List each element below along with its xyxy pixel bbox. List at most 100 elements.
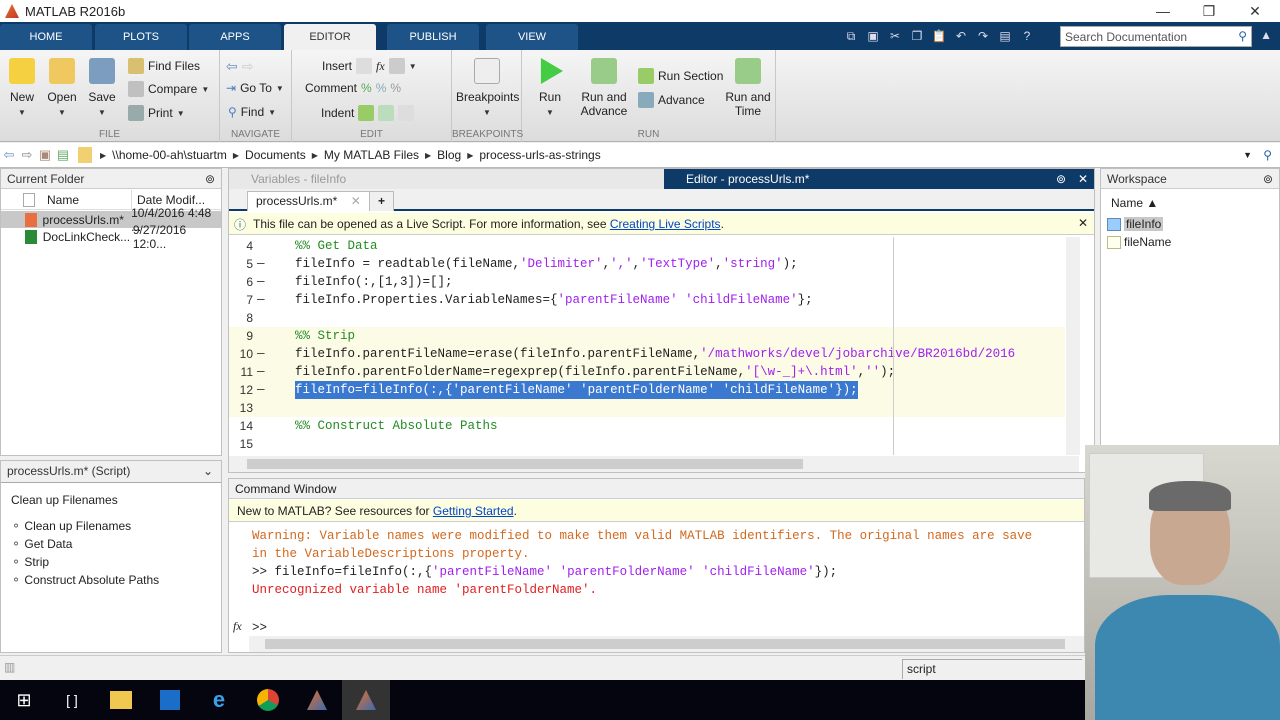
code-line[interactable]: 11— fileInfo.parentFolderName=regexprep(f… <box>229 363 1065 381</box>
save-button[interactable]: Save ▼ <box>86 58 118 120</box>
close-editor-icon[interactable]: ✕ <box>1078 172 1088 186</box>
line-number[interactable]: 10 <box>233 345 253 363</box>
line-number[interactable]: 15 <box>233 435 253 453</box>
windows-start-icon[interactable]: ⊞ <box>0 680 48 720</box>
chrome-icon[interactable] <box>244 680 292 720</box>
run-and-advance-button[interactable]: Run and Advance <box>578 58 630 118</box>
collapse-ribbon-icon[interactable]: ▲ <box>1260 28 1272 42</box>
internet-explorer-icon[interactable]: e <box>195 680 243 720</box>
outlook-icon[interactable] <box>146 680 194 720</box>
code-area[interactable]: 4%% Get Data 5— fileInfo = readtable(fileN… <box>229 237 1065 455</box>
open-button[interactable]: Open ▼ <box>46 58 78 120</box>
search-icon[interactable]: ⚲ <box>1238 29 1247 43</box>
breadcrumb-item[interactable]: \\home-00-ah\stuartm <box>112 148 227 162</box>
redo-icon[interactable]: ↷ <box>974 27 992 45</box>
code-line[interactable]: 4 %% Get Data <box>229 237 1065 255</box>
code-line[interactable]: 5— fileInfo = readtable(fileName,'Delimit… <box>229 255 1065 273</box>
panel-menu-icon[interactable]: ⊚ <box>1263 172 1273 186</box>
creating-live-scripts-link[interactable]: Creating Live Scripts <box>610 217 721 231</box>
task-view-icon[interactable]: [ ] <box>48 680 96 720</box>
forward-icon[interactable]: ⇨ <box>242 58 254 75</box>
vertical-scrollbar[interactable] <box>1066 237 1080 455</box>
close-button[interactable]: ✕ <box>1232 0 1278 22</box>
search-documentation-input[interactable]: Search Documentation ⚲ <box>1060 26 1252 47</box>
scroll-thumb[interactable] <box>265 639 1065 649</box>
smart-indent-icon[interactable] <box>358 105 375 121</box>
breakpoints-button[interactable]: Breakpoints ▼ <box>456 58 519 120</box>
breakpoint-marker[interactable]: — <box>257 345 265 363</box>
tab-editor[interactable]: EDITOR <box>284 24 376 50</box>
decrease-indent-icon[interactable] <box>398 105 415 121</box>
code-line[interactable]: 10— fileInfo.parentFileName=erase(fileInf… <box>229 345 1065 363</box>
code-line[interactable]: 6— fileInfo(:,[1,3])=[]; <box>229 273 1065 291</box>
up-folder-icon[interactable]: ▣ <box>36 147 54 163</box>
code-line[interactable]: 13 <box>229 399 1065 417</box>
section-item[interactable]: ⚬ Get Data <box>11 535 159 553</box>
breadcrumb-item[interactable]: Documents <box>245 148 306 162</box>
breakpoint-marker[interactable]: — <box>257 363 265 381</box>
breakpoint-marker[interactable]: — <box>257 273 265 291</box>
undo-icon[interactable]: ↶ <box>952 27 970 45</box>
run-and-time-button[interactable]: Run and Time <box>722 58 774 118</box>
breakpoint-marker[interactable]: — <box>257 255 265 273</box>
matlab-taskbar-icon[interactable] <box>293 680 341 720</box>
back-icon[interactable]: ⇦ <box>226 58 238 75</box>
new-button[interactable]: New ▼ <box>6 58 38 120</box>
breadcrumb-item[interactable]: My MATLAB Files <box>324 148 419 162</box>
line-number[interactable]: 4 <box>233 237 253 255</box>
indent-button[interactable]: Indent <box>321 105 415 121</box>
panel-menu-icon[interactable]: ⊚ <box>205 172 215 186</box>
paste-icon[interactable]: 📋 <box>930 27 948 45</box>
workspace-var[interactable]: fileInfo <box>1107 217 1164 231</box>
uncomment-icon[interactable]: % <box>376 81 387 95</box>
search-folder-icon[interactable]: ⚲ <box>1263 148 1272 162</box>
command-prompt[interactable]: >> <box>252 619 267 637</box>
compare-button[interactable]: Compare ▼ <box>128 81 209 97</box>
browse-folder-icon[interactable]: ▤ <box>54 147 72 163</box>
horizontal-scrollbar[interactable] <box>229 456 1079 472</box>
line-number[interactable]: 7 <box>233 291 253 309</box>
minimize-button[interactable]: — <box>1140 0 1186 22</box>
comment-button[interactable]: Comment%%% <box>305 81 401 95</box>
line-number[interactable]: 8 <box>233 309 253 327</box>
file-explorer-icon[interactable] <box>97 680 145 720</box>
close-tab-icon[interactable]: ✕ <box>351 194 361 208</box>
matlab-active-taskbar-icon[interactable] <box>342 680 390 720</box>
advance-button[interactable]: Advance <box>638 92 705 108</box>
file-tab[interactable]: processUrls.m* ✕ <box>247 191 370 211</box>
code-line[interactable]: 7— fileInfo.Properties.VariableNames={'pa… <box>229 291 1065 309</box>
line-number[interactable]: 12 <box>233 381 253 399</box>
cut-icon[interactable]: ✂ <box>886 27 904 45</box>
function-browser-icon[interactable]: fx <box>233 619 242 634</box>
getting-started-link[interactable]: Getting Started <box>433 504 514 518</box>
section-item[interactable]: ⚬ Clean up Filenames <box>11 517 159 535</box>
name-column-header[interactable]: Name ▲ <box>1111 196 1158 210</box>
line-number[interactable]: 13 <box>233 399 253 417</box>
variables-tab[interactable]: Variables - fileInfo <box>229 169 664 189</box>
breadcrumb-item[interactable]: Blog <box>437 148 461 162</box>
run-section-button[interactable]: Run Section <box>638 68 723 84</box>
code-line[interactable]: 12— fileInfo=fileInfo(:,{'parentFileName'… <box>229 381 1065 399</box>
line-number[interactable]: 14 <box>233 417 253 435</box>
breakpoint-marker[interactable]: — <box>257 381 265 399</box>
restore-button[interactable]: ❐ <box>1186 0 1232 22</box>
panel-menu-icon[interactable]: ⊚ <box>1056 172 1066 186</box>
line-number[interactable]: 5 <box>233 255 253 273</box>
scroll-thumb[interactable] <box>247 459 803 469</box>
code-line[interactable]: 8 <box>229 309 1065 327</box>
code-line[interactable]: 9 %% Strip <box>229 327 1065 345</box>
switch-windows-icon[interactable]: ▤ <box>996 27 1014 45</box>
fx-icon[interactable]: fx <box>376 59 385 74</box>
name-column-header[interactable]: Name <box>47 193 79 207</box>
back-forward-buttons[interactable]: ⇦ ⇨ <box>226 58 253 75</box>
print-button[interactable]: Print ▼ <box>128 105 185 121</box>
goto-button[interactable]: ⇥ Go To ▼ <box>226 81 284 95</box>
section-item[interactable]: ⚬ Construct Absolute Paths <box>11 571 159 589</box>
find-files-button[interactable]: Find Files <box>128 58 200 74</box>
find-button[interactable]: ⚲ Find ▼ <box>228 105 276 119</box>
breakpoint-marker[interactable]: — <box>257 291 265 309</box>
wrap-comment-icon[interactable]: % <box>390 81 401 95</box>
section-item[interactable]: ⚬ Strip <box>11 553 159 571</box>
increase-indent-icon[interactable] <box>378 105 395 121</box>
details-header[interactable]: processUrls.m* (Script) ⌄ <box>1 461 221 483</box>
